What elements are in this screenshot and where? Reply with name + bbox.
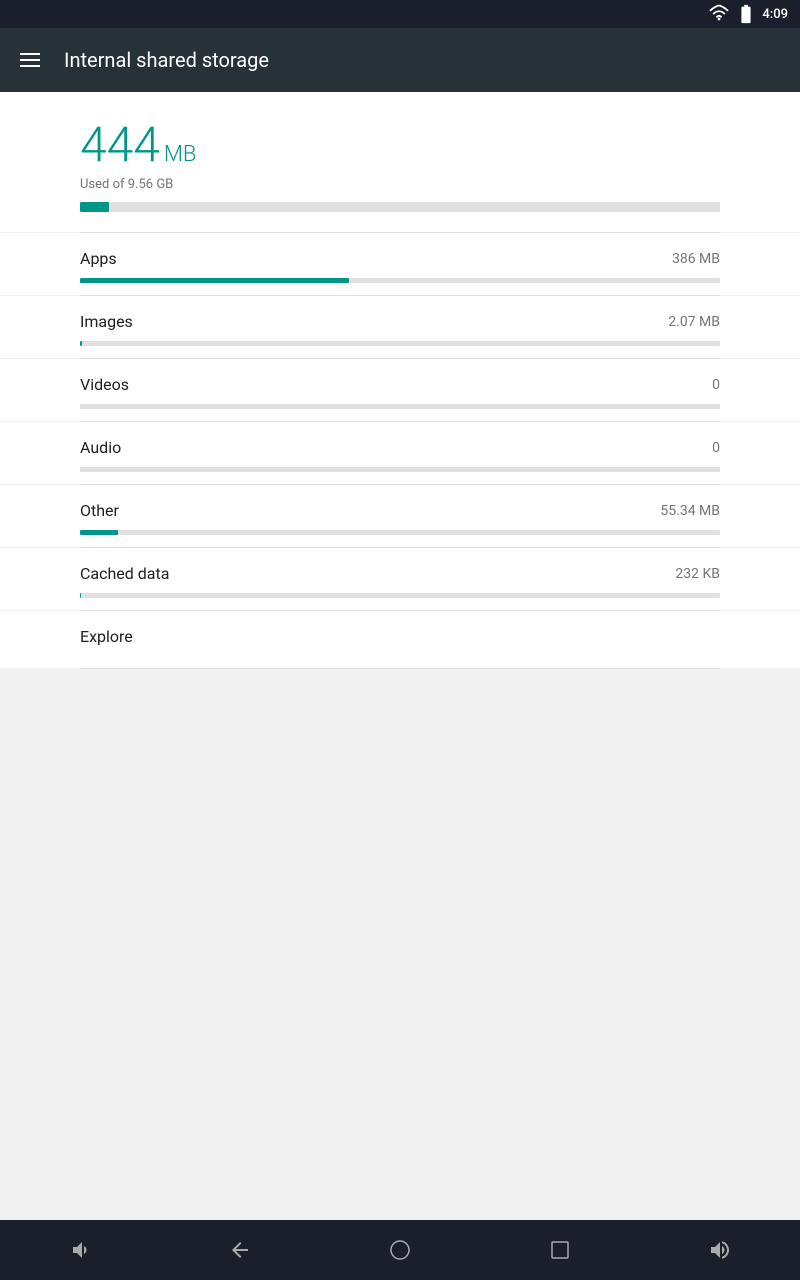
menu-button[interactable] <box>16 49 44 71</box>
images-header: Images 2.07 MB <box>80 312 720 331</box>
volume-up-button[interactable] <box>690 1230 750 1270</box>
images-bar <box>80 341 720 346</box>
other-value: 55.34 MB <box>660 503 720 519</box>
storage-summary: 444 MB Used of 9.56 GB <box>0 92 800 232</box>
total-progress-bar <box>80 202 720 212</box>
apps-label: Apps <box>80 249 117 268</box>
status-time: 4:09 <box>762 7 788 22</box>
audio-bar <box>80 467 720 472</box>
volume-down-button[interactable] <box>50 1230 110 1270</box>
cached-label: Cached data <box>80 564 169 583</box>
page-title: Internal shared storage <box>64 48 269 72</box>
videos-value: 0 <box>712 377 720 393</box>
videos-label: Videos <box>80 375 129 394</box>
total-progress-fill <box>80 202 109 212</box>
audio-header: Audio 0 <box>80 438 720 457</box>
audio-value: 0 <box>712 440 720 456</box>
cached-value: 232 KB <box>675 566 720 582</box>
cached-header: Cached data 232 KB <box>80 564 720 583</box>
cached-bar-fill <box>80 593 81 598</box>
images-value: 2.07 MB <box>668 314 720 330</box>
status-icons: 4:09 <box>708 3 788 25</box>
videos-header: Videos 0 <box>80 375 720 394</box>
back-button[interactable] <box>210 1230 270 1270</box>
audio-label: Audio <box>80 438 121 457</box>
home-icon <box>388 1238 412 1262</box>
other-bar <box>80 530 720 535</box>
wifi-icon <box>708 3 730 25</box>
status-bar: 4:09 <box>0 0 800 28</box>
cached-data-item[interactable]: Cached data 232 KB <box>0 548 800 610</box>
apps-header: Apps 386 MB <box>80 249 720 268</box>
divider-7 <box>80 668 720 669</box>
recents-icon <box>548 1238 572 1262</box>
storage-unit: MB <box>164 142 197 167</box>
storage-number: 444 <box>80 116 160 173</box>
explore-label: Explore <box>80 627 133 646</box>
videos-item[interactable]: Videos 0 <box>0 359 800 421</box>
images-label: Images <box>80 312 133 331</box>
volume-down-icon <box>68 1238 92 1262</box>
audio-item[interactable]: Audio 0 <box>0 422 800 484</box>
other-bar-fill <box>80 530 118 535</box>
recents-button[interactable] <box>530 1230 590 1270</box>
storage-amount: 444 MB <box>80 116 720 173</box>
explore-header: Explore <box>80 627 720 646</box>
home-button[interactable] <box>370 1230 430 1270</box>
videos-bar <box>80 404 720 409</box>
images-bar-fill <box>80 341 82 346</box>
explore-item[interactable]: Explore <box>0 611 800 668</box>
storage-used-label: Used of 9.56 GB <box>80 177 720 192</box>
images-item[interactable]: Images 2.07 MB <box>0 296 800 358</box>
content-area: 444 MB Used of 9.56 GB Apps 386 MB Image… <box>0 92 800 1220</box>
volume-up-icon <box>708 1238 732 1262</box>
app-bar: Internal shared storage <box>0 28 800 92</box>
cached-bar <box>80 593 720 598</box>
other-label: Other <box>80 501 119 520</box>
battery-icon <box>735 3 757 25</box>
bottom-nav <box>0 1220 800 1280</box>
other-item[interactable]: Other 55.34 MB <box>0 485 800 547</box>
apps-bar <box>80 278 720 283</box>
apps-bar-fill <box>80 278 349 283</box>
other-header: Other 55.34 MB <box>80 501 720 520</box>
apps-value: 386 MB <box>672 251 720 267</box>
back-icon <box>228 1238 252 1262</box>
apps-item[interactable]: Apps 386 MB <box>0 233 800 295</box>
